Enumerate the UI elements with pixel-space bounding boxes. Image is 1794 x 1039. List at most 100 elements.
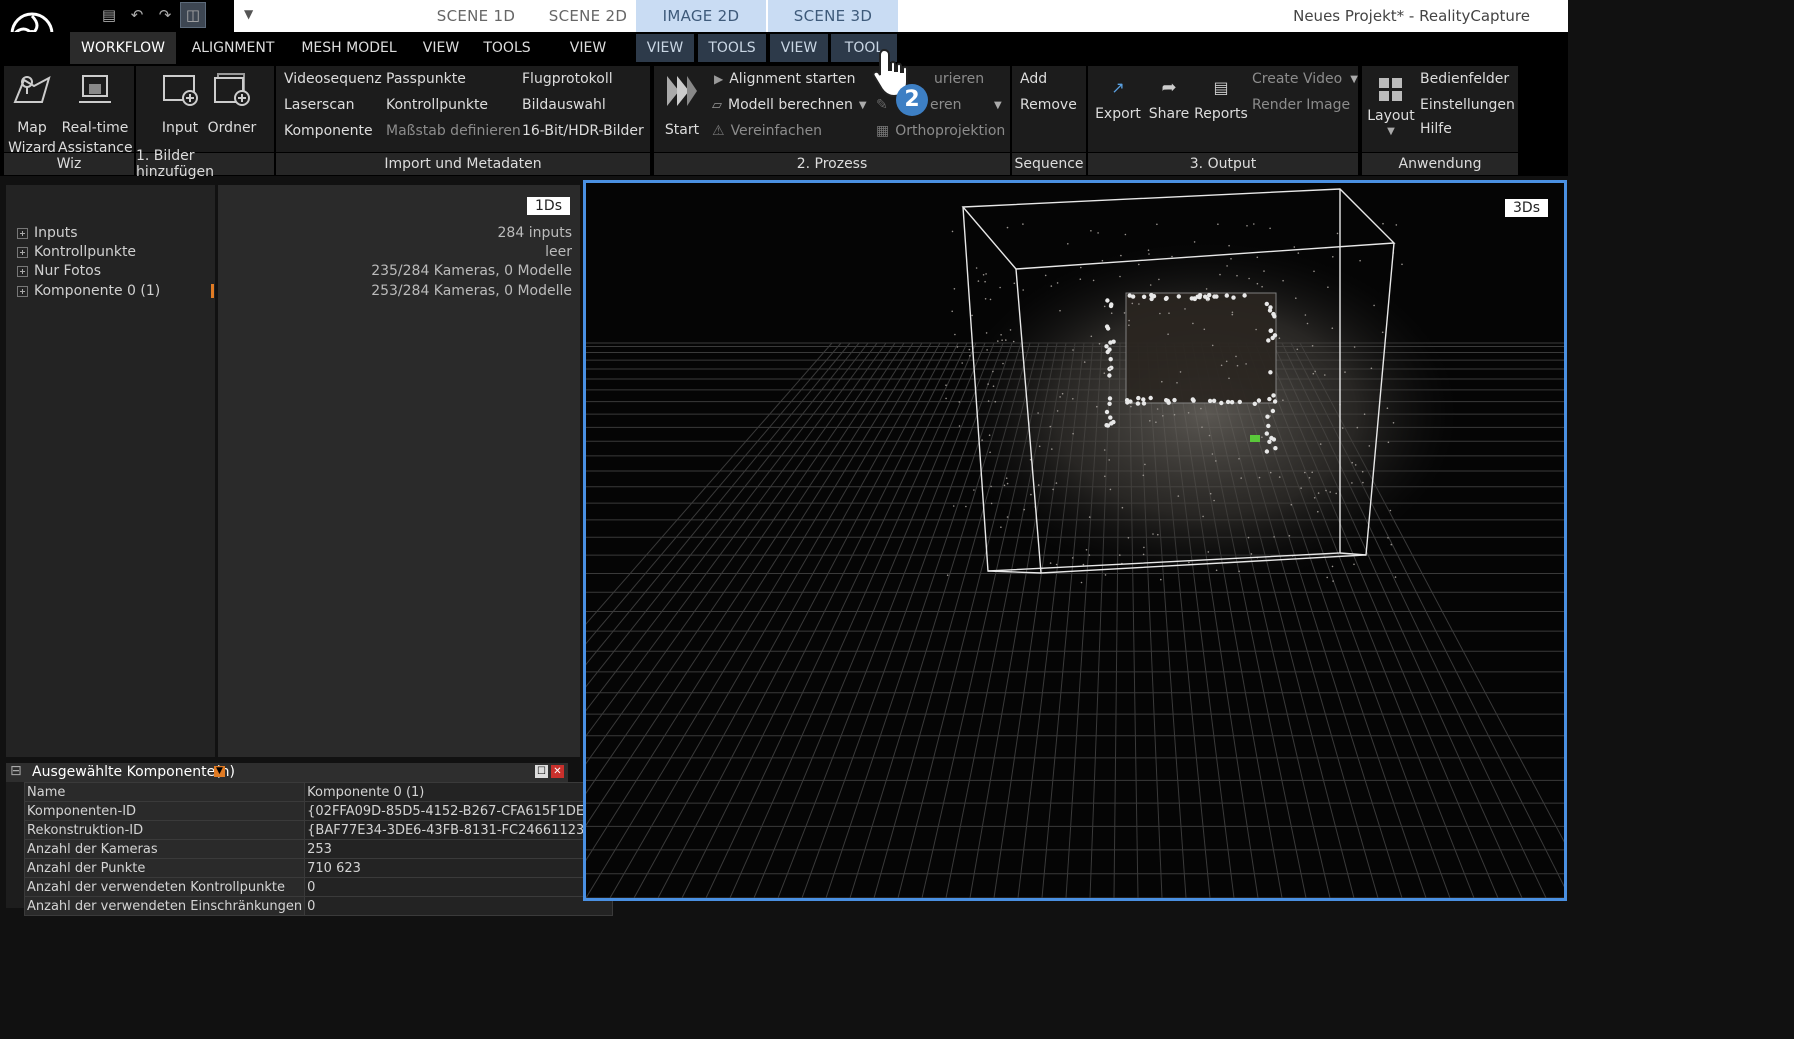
create-video-button[interactable]: Create Video ▼ [1252,71,1358,87]
cloud-point [1156,223,1158,226]
menu-view-2[interactable]: VIEW [556,32,620,64]
prop-value[interactable]: 0 [304,877,613,897]
tab-scene-3d[interactable]: SCENE 3D [768,0,898,32]
prop-value[interactable]: 253 [304,839,613,859]
prop-key: Name [23,782,306,802]
modell-berechnen-button[interactable]: ▱ Modell berechnen ▼ [712,97,867,113]
tree-item-kontrollpunkte[interactable]: Kontrollpunkte [17,244,136,260]
render-image-button[interactable]: Render Image [1252,97,1350,113]
undo-icon[interactable]: ↶ [124,2,150,28]
vereinfachen-button[interactable]: ⚠ Vereinfachen [712,123,822,139]
cloud-point [1080,581,1083,584]
table-row[interactable]: Rekonstruktion-ID {BAF77E34-3DE6-43FB-813… [23,820,613,840]
ordner-label: Ordner [207,120,257,136]
layout-button[interactable]: Layout ▼ [1366,76,1416,138]
context-menu-tools-1[interactable]: TOOLS [698,34,766,62]
collapse-icon[interactable]: ⊟ [10,763,22,779]
layout-icon[interactable]: ◫ [180,2,206,28]
prop-value[interactable]: Komponente 0 (1) [304,782,613,802]
passpunkte-button[interactable]: Passpunkte [386,71,466,87]
input-button[interactable]: Input [154,70,206,138]
table-row[interactable]: Anzahl der Punkte 710 623 [23,858,613,878]
stat-nur-fotos: 235/284 Kameras, 0 Modelle [371,263,572,279]
table-row[interactable]: Anzahl der verwendeten Kontrollpunkte 0 [23,877,613,897]
share-label: Share [1148,106,1190,122]
prop-key: Anzahl der verwendeten Einschränkungen [23,896,306,916]
prop-value[interactable]: {BAF77E34-3DE6-43FB-8131-FC24661123B7} [304,820,613,840]
map-wizard-button[interactable]: Map Wizard [6,70,58,158]
cloud-point [1205,288,1208,290]
kontrollpunkte-button[interactable]: Kontrollpunkte [386,97,488,113]
expand-icon[interactable] [17,246,28,258]
ordner-button[interactable]: Ordner [206,70,258,138]
tree-item-nur-fotos[interactable]: Nur Fotos [17,263,101,279]
cloud-point [1177,495,1180,497]
table-row[interactable]: Komponenten-ID {02FFA09D-85D5-4152-B267-C… [23,801,613,821]
prop-key: Anzahl der Punkte [23,858,306,878]
komponente-button[interactable]: Komponente [284,123,373,139]
cloud-point [1236,364,1239,367]
context-menu-view-2[interactable]: VIEW [770,34,828,62]
redo-icon[interactable]: ↷ [152,2,178,28]
menu-mesh-model[interactable]: MESH MODEL [290,32,408,64]
cloud-point [1187,412,1190,414]
16bit-hdr-button[interactable]: 16-Bit/HDR-Bilder [522,123,644,139]
chevron-down-icon-2[interactable]: ▼ [994,100,1002,111]
massstab-definieren-button[interactable]: Maßstab definieren [386,123,521,139]
bedienfelder-button[interactable]: Bedienfelder [1420,71,1509,87]
expand-icon[interactable] [17,265,28,277]
laserscan-button[interactable]: Laserscan [284,97,355,113]
cloud-point [1109,367,1111,370]
reports-button[interactable]: ▤ Reports [1194,78,1248,124]
table-row[interactable]: Name Komponente 0 (1) [23,782,613,802]
tab-scene-2d[interactable]: SCENE 2D [532,0,644,32]
add-button[interactable]: Add [1020,71,1047,87]
remove-button[interactable]: Remove [1020,97,1077,113]
realtime-assistance-button[interactable]: Real-time Assistance [58,70,133,158]
start-button[interactable]: Start [660,72,704,140]
customize-toolbar-icon[interactable]: ▼ [244,7,253,21]
view-badge-1ds[interactable]: 1Ds [527,197,570,215]
context-menu-view-1[interactable]: VIEW [636,34,694,62]
close-icon[interactable]: ✕ [551,765,564,778]
orthoprojektion-button[interactable]: ▦ Orthoprojektion [876,123,1005,139]
point-cloud-canvas[interactable] [586,183,1564,898]
share-button[interactable]: ➦ Share [1144,78,1194,124]
einstellungen-button[interactable]: Einstellungen [1420,97,1515,113]
menu-alignment[interactable]: ALIGNMENT [180,32,286,64]
cloud-point [945,384,947,386]
menu-view[interactable]: VIEW [410,32,472,64]
pin-icon[interactable]: ▼ [214,766,225,777]
grid-line [586,342,833,625]
table-row[interactable]: Anzahl der Kameras 253 [23,839,613,859]
cloud-point [1200,407,1202,410]
properties-table: Name Komponente 0 (1) Komponenten-ID {02FF… [23,782,613,916]
hilfe-button[interactable]: Hilfe [1420,121,1452,137]
alignment-starten-button[interactable]: ▶ Alignment starten [714,71,856,87]
prop-value[interactable]: 0 [304,896,613,916]
expand-icon[interactable] [17,227,28,239]
view-badge-3ds[interactable]: 3Ds [1505,199,1548,217]
cloud-point [1278,476,1281,478]
export-button[interactable]: ↗ Export [1092,78,1144,124]
tab-scene-1d[interactable]: SCENE 1D [420,0,532,32]
undock-icon[interactable]: ☐ [535,765,548,778]
prop-value[interactable]: 710 623 [304,858,613,878]
texturieren-button[interactable]: urieren [934,71,984,87]
menu-tools[interactable]: TOOLS [474,32,540,64]
menu-workflow[interactable]: WORKFLOW [70,32,176,64]
cloud-point [1392,422,1395,424]
scene-3d-viewport[interactable]: 3Ds [583,180,1567,901]
bildauswahl-button[interactable]: Bildauswahl [522,97,606,113]
panels-icon[interactable]: ▤ [96,2,122,28]
flugprotokoll-button[interactable]: Flugprotokoll [522,71,613,87]
prop-value[interactable]: {02FFA09D-85D5-4152-B267-CFA615F1DEB1} [304,801,613,821]
group-label-prozess: 2. Prozess [654,153,1010,175]
tree-item-komponente[interactable]: Komponente 0 (1) [17,283,160,299]
videosequenz-button[interactable]: Videosequenz [284,71,382,87]
tab-image-2d[interactable]: IMAGE 2D [636,0,766,32]
table-row[interactable]: Anzahl der verwendeten Einschränkungen 0 [23,896,613,916]
tree-item-inputs[interactable]: Inputs [17,225,78,241]
expand-icon[interactable] [17,285,28,297]
cloud-point [1313,497,1316,499]
